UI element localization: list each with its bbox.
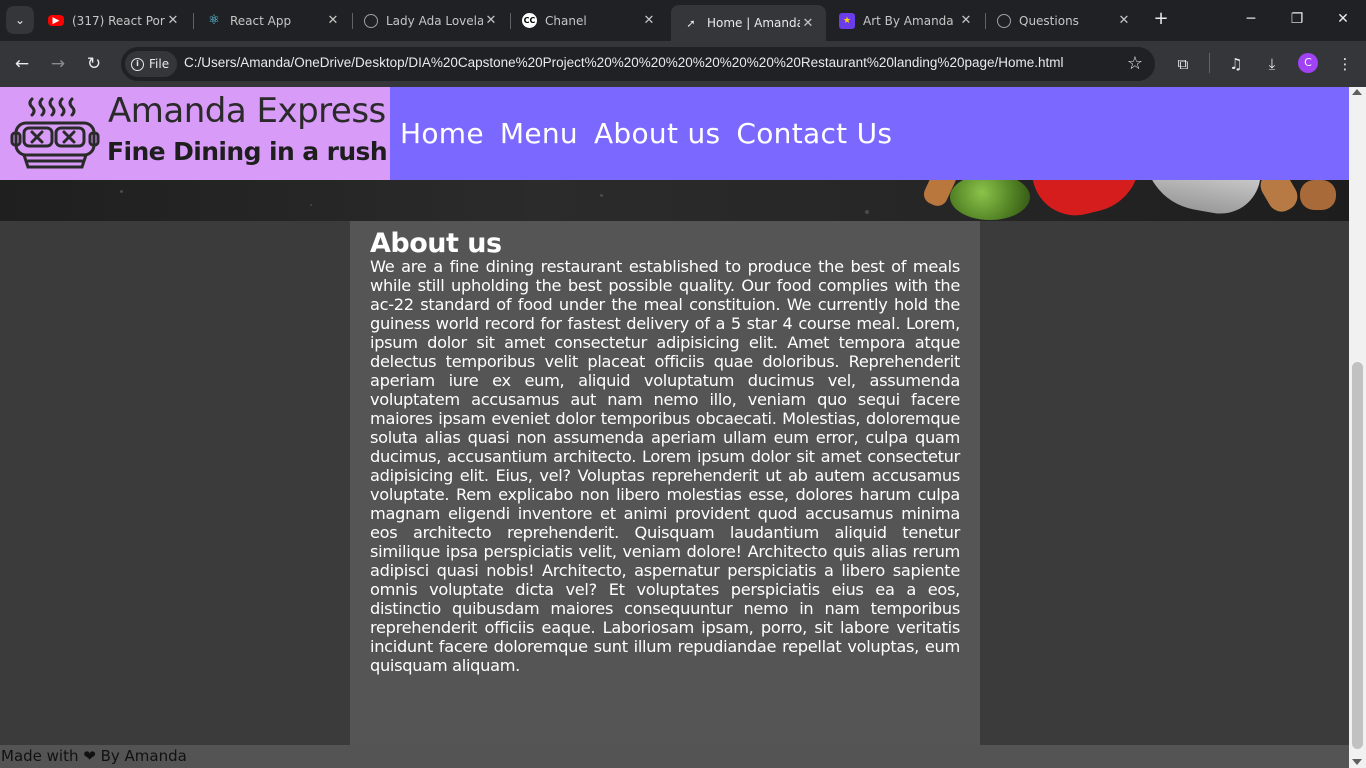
steaming-grill-logo-icon [10,97,100,169]
media-control-icon[interactable]: ♫ [1223,51,1249,77]
tab-react-app[interactable]: ⚛ React App ✕ [194,6,351,35]
arrow-left-icon: ← [14,54,30,74]
tab-title: Chanel [545,13,587,28]
close-icon[interactable]: ✕ [483,13,499,28]
menu-kebab-icon[interactable]: ⋮ [1332,51,1358,77]
page-scrollbar[interactable] [1349,87,1366,768]
chanel-icon: CC [522,13,537,28]
info-icon: i [131,57,144,71]
react-icon: ⚛ [208,13,220,28]
new-tab-button[interactable]: + [1150,8,1172,30]
heart-icon: ❤ [83,747,96,765]
globe-icon [997,13,1011,28]
close-icon[interactable]: ✕ [958,13,974,28]
nav-link-menu[interactable]: Menu [500,117,578,150]
brand-block: Amanda Express Fine Dining in a rush [0,87,390,180]
scroll-up-arrow-icon[interactable] [1352,89,1362,95]
bookmark-star-icon[interactable]: ☆ [1127,53,1143,74]
extensions-icon[interactable]: ⧉ [1170,51,1196,77]
tab-questions[interactable]: Questions ✕ [985,6,1142,35]
close-icon: ✕ [1337,11,1349,27]
hero-wooden-utensil [1255,180,1303,217]
hero-knife [1134,180,1266,220]
tab-chanel[interactable]: CC Chanel ✕ [510,6,667,35]
restore-button[interactable]: ❐ [1286,8,1308,30]
download-icon[interactable]: ⤓ [1259,51,1285,77]
restore-icon: ❐ [1290,11,1304,27]
tab-title: Art By Amanda S [863,13,958,28]
page-icon: ➚ [686,16,696,30]
forward-button[interactable]: → [45,51,71,77]
tab-title: (317) React Portf [72,13,165,28]
arrow-right-icon: → [50,54,66,74]
nav-link-about[interactable]: About us [594,117,720,150]
page-viewport: Amanda Express Fine Dining in a rush Hom… [0,87,1366,768]
youtube-icon: ▶ [48,15,64,26]
chevron-down-icon: ⌄ [14,13,26,27]
site-header: Amanda Express Fine Dining in a rush Hom… [0,87,1349,180]
about-title: About us [370,228,502,259]
footer-text-after: By Amanda [95,747,187,765]
tab-react-portfolio[interactable]: ▶ (317) React Portf ✕ [36,6,191,35]
globe-icon [364,13,378,28]
nav-link-contact[interactable]: Contact Us [736,117,892,150]
browser-toolbar: ← → ↻ i File C:/Users/Amanda/OneDrive/De… [0,41,1366,87]
tab-title: Lady Ada Lovela [386,13,483,28]
site-info-chip[interactable]: i File [125,51,178,77]
close-icon[interactable]: ✕ [1116,13,1132,28]
tab-art-by-amanda[interactable]: ★ Art By Amanda S ✕ [827,6,984,35]
close-window-button[interactable]: ✕ [1332,8,1354,30]
tab-strip: ⌄ ▶ (317) React Portf ✕ ⚛ React App ✕ La… [0,0,1366,41]
tab-title: Home | Amanda [707,16,800,30]
hero-texture-speck [865,210,869,214]
close-icon[interactable]: ✕ [800,16,816,31]
close-icon[interactable]: ✕ [325,13,341,28]
back-button[interactable]: ← [9,51,35,77]
about-text: We are a fine dining restaurant establis… [370,257,960,675]
hero-wooden-utensil [1300,180,1336,210]
main-nav: Home Menu About us Contact Us [390,87,1349,180]
plus-icon: + [1153,8,1169,29]
tab-home-amanda[interactable]: ➚ Home | Amanda ✕ [671,5,826,41]
site-info-label: File [149,57,170,71]
minimize-button[interactable]: ─ [1240,8,1262,30]
profile-avatar[interactable]: C [1298,53,1318,73]
scroll-down-arrow-icon[interactable] [1352,759,1362,765]
about-section: About us We are a fine dining restaurant… [350,221,980,745]
brand-tagline: Fine Dining in a rush [107,137,388,166]
hero-red-pepper [1031,180,1151,221]
close-icon[interactable]: ✕ [165,13,181,28]
hero-texture-speck [600,194,603,197]
reload-icon: ↻ [86,54,102,74]
close-icon[interactable]: ✕ [641,13,657,28]
tab-lady-ada[interactable]: Lady Ada Lovela ✕ [352,6,509,35]
hero-food-image [0,180,1349,221]
toolbar-divider [1209,53,1210,73]
address-bar[interactable]: i File C:/Users/Amanda/OneDrive/Desktop/… [121,47,1155,81]
nav-link-home[interactable]: Home [400,117,484,150]
scrollbar-thumb[interactable] [1352,362,1363,749]
tab-title: Questions [1019,13,1079,28]
hero-texture-speck [310,204,312,206]
site-footer: Made with ❤ By Amanda [0,745,1349,768]
tab-search-button[interactable]: ⌄ [6,6,34,34]
tab-title: React App [230,13,292,28]
hero-herbs [950,180,1030,220]
url-text[interactable]: C:/Users/Amanda/OneDrive/Desktop/DIA%20C… [184,55,1064,70]
brand-name: Amanda Express [108,91,386,131]
art-icon: ★ [839,12,855,29]
footer-text-before: Made with [1,747,84,765]
reload-button[interactable]: ↻ [81,51,107,77]
hero-texture-speck [120,190,123,193]
minimize-icon: ─ [1246,11,1256,27]
